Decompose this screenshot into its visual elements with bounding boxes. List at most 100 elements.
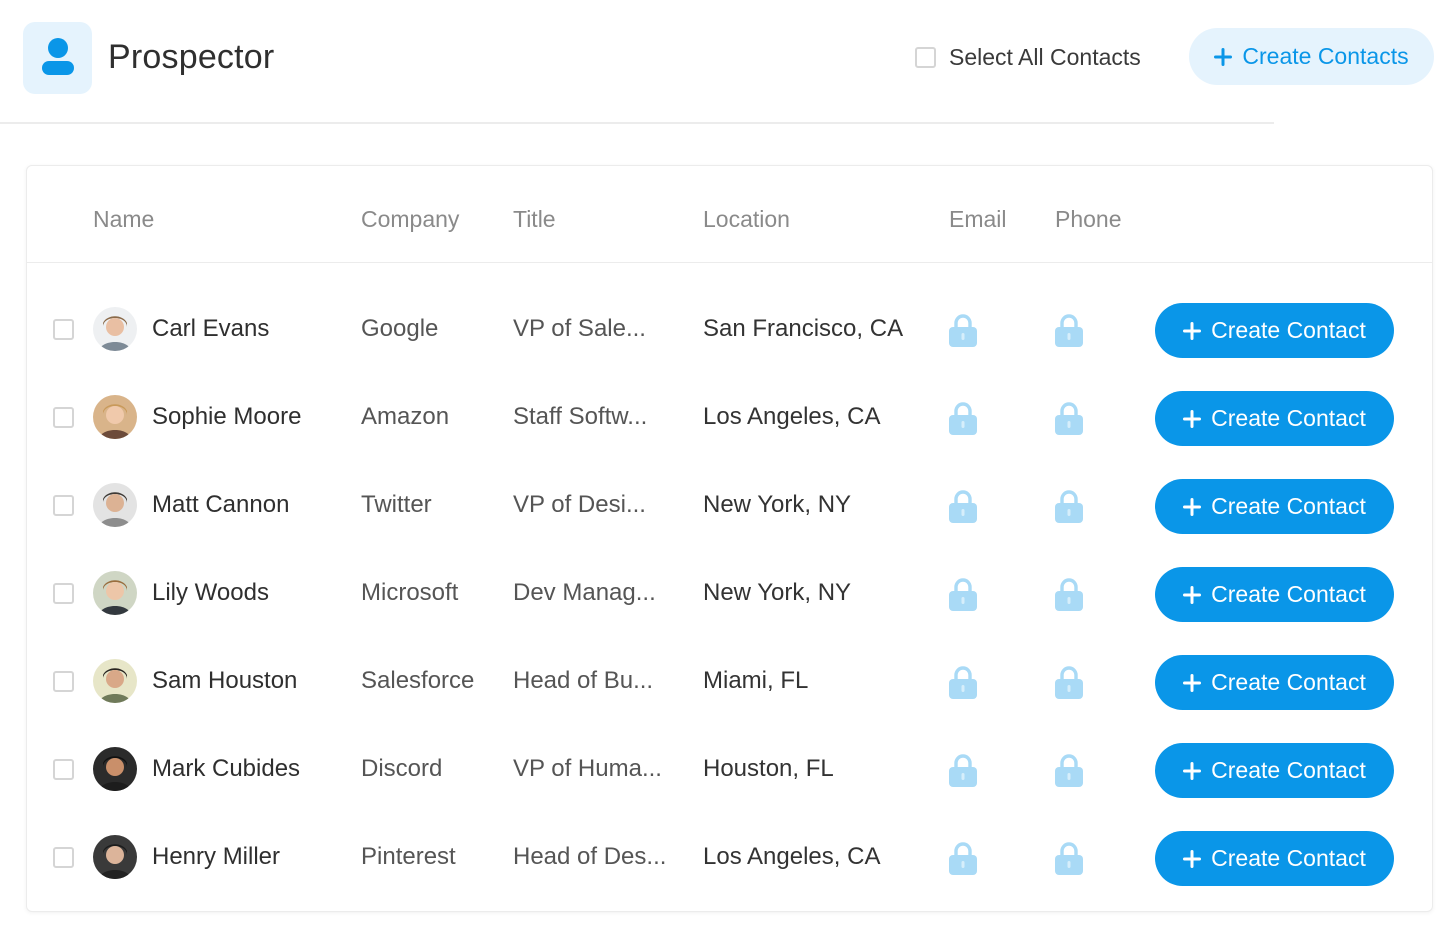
avatar [93, 395, 137, 439]
contact-name: Matt Cannon [152, 491, 290, 518]
row-checkbox[interactable] [53, 671, 74, 692]
lock-icon[interactable] [1054, 665, 1084, 699]
table-row: Lily Woods Microsoft Dev Manag... New Yo… [27, 549, 1432, 637]
create-contacts-label: Create Contacts [1242, 43, 1409, 69]
contact-title: Staff Softw... [513, 403, 648, 430]
table-row: Mark Cubides Discord VP of Huma... Houst… [27, 725, 1432, 813]
column-header-company[interactable]: Company [361, 206, 459, 233]
row-checkbox[interactable] [53, 407, 74, 428]
plus-icon [1183, 321, 1202, 340]
lock-icon[interactable] [948, 401, 978, 435]
row-checkbox[interactable] [53, 319, 74, 340]
header: Prospector Select All Contacts Create Co… [0, 0, 1448, 124]
plus-icon [1183, 497, 1202, 516]
plus-icon [1183, 849, 1202, 868]
contact-location: Los Angeles, CA [703, 843, 881, 870]
lock-icon[interactable] [948, 577, 978, 611]
user-icon [41, 38, 74, 75]
create-contact-label: Create Contact [1211, 845, 1366, 871]
create-contact-button[interactable]: Create Contact [1155, 655, 1394, 710]
contact-title: Dev Manag... [513, 579, 656, 606]
avatar [93, 747, 137, 791]
lock-icon[interactable] [948, 665, 978, 699]
create-contact-label: Create Contact [1211, 581, 1366, 607]
contact-location: Houston, FL [703, 755, 834, 782]
create-contact-label: Create Contact [1211, 405, 1366, 431]
create-contact-button[interactable]: Create Contact [1155, 303, 1394, 358]
table-row: Matt Cannon Twitter VP of Desi... New Yo… [27, 461, 1432, 549]
avatar [93, 483, 137, 527]
contact-company: Amazon [361, 403, 450, 430]
contact-location: New York, NY [703, 579, 852, 606]
contact-company: Salesforce [361, 667, 475, 694]
contact-location: Miami, FL [703, 667, 809, 694]
lock-icon[interactable] [948, 753, 978, 787]
header-divider [0, 122, 1274, 124]
lock-icon[interactable] [1054, 401, 1084, 435]
select-all-label: Select All Contacts [949, 43, 1141, 70]
create-contact-button[interactable]: Create Contact [1155, 743, 1394, 798]
create-contact-label: Create Contact [1211, 493, 1366, 519]
avatar [93, 571, 137, 615]
create-contact-button[interactable]: Create Contact [1155, 479, 1394, 534]
page-title: Prospector [108, 38, 275, 76]
create-contact-label: Create Contact [1211, 317, 1366, 343]
contact-location: Los Angeles, CA [703, 403, 881, 430]
select-all-contacts[interactable]: Select All Contacts [915, 44, 1141, 70]
contact-location: New York, NY [703, 491, 852, 518]
plus-icon [1214, 47, 1233, 66]
contact-company: Twitter [361, 491, 432, 518]
contact-name: Carl Evans [152, 315, 270, 342]
lock-icon[interactable] [1054, 577, 1084, 611]
lock-icon[interactable] [948, 841, 978, 875]
create-contact-label: Create Contact [1211, 757, 1366, 783]
create-contact-button[interactable]: Create Contact [1155, 567, 1394, 622]
select-all-checkbox[interactable] [915, 46, 936, 68]
contact-name: Lily Woods [152, 579, 269, 606]
contact-title: VP of Desi... [513, 491, 646, 518]
column-header-title[interactable]: Title [513, 206, 556, 233]
row-checkbox[interactable] [53, 495, 74, 516]
create-contact-button[interactable]: Create Contact [1155, 391, 1394, 446]
create-contact-label: Create Contact [1211, 669, 1366, 695]
contact-company: Discord [361, 755, 443, 782]
table-row: Sophie Moore Amazon Staff Softw... Los A… [27, 373, 1432, 461]
contact-company: Pinterest [361, 843, 456, 870]
contact-company: Microsoft [361, 579, 459, 606]
table-row: Henry Miller Pinterest Head of Des... Lo… [27, 813, 1432, 901]
row-checkbox[interactable] [53, 583, 74, 604]
row-checkbox[interactable] [53, 759, 74, 780]
contact-title: VP of Sale... [513, 315, 646, 342]
contact-title: Head of Bu... [513, 667, 654, 694]
contact-name: Henry Miller [152, 843, 281, 870]
avatar [93, 659, 137, 703]
lock-icon[interactable] [1054, 489, 1084, 523]
lock-icon[interactable] [948, 489, 978, 523]
contact-title: Head of Des... [513, 843, 667, 870]
contacts-table: Name Company Title Location Email Phone … [26, 165, 1433, 912]
create-contact-button[interactable]: Create Contact [1155, 831, 1394, 886]
contact-location: San Francisco, CA [703, 315, 904, 342]
column-header-phone[interactable]: Phone [1055, 206, 1122, 233]
lock-icon[interactable] [948, 313, 978, 347]
contact-name: Sophie Moore [152, 403, 302, 430]
table-row: Sam Houston Salesforce Head of Bu... Mia… [27, 637, 1432, 725]
contact-name: Mark Cubides [152, 755, 301, 782]
lock-icon[interactable] [1054, 841, 1084, 875]
avatar [93, 307, 137, 351]
plus-icon [1183, 761, 1202, 780]
contact-company: Google [361, 315, 439, 342]
create-contacts-button[interactable]: Create Contacts [1189, 28, 1434, 85]
row-checkbox[interactable] [53, 847, 74, 868]
lock-icon[interactable] [1054, 753, 1084, 787]
contact-name: Sam Houston [152, 667, 298, 694]
lock-icon[interactable] [1054, 313, 1084, 347]
column-header-email[interactable]: Email [949, 206, 1007, 233]
contact-title: VP of Huma... [513, 755, 662, 782]
table-row: Carl Evans Google VP of Sale... San Fran… [27, 285, 1432, 373]
column-header-location[interactable]: Location [703, 206, 790, 233]
plus-icon [1183, 409, 1202, 428]
plus-icon [1183, 673, 1202, 692]
avatar [93, 835, 137, 879]
column-header-name[interactable]: Name [93, 206, 154, 233]
